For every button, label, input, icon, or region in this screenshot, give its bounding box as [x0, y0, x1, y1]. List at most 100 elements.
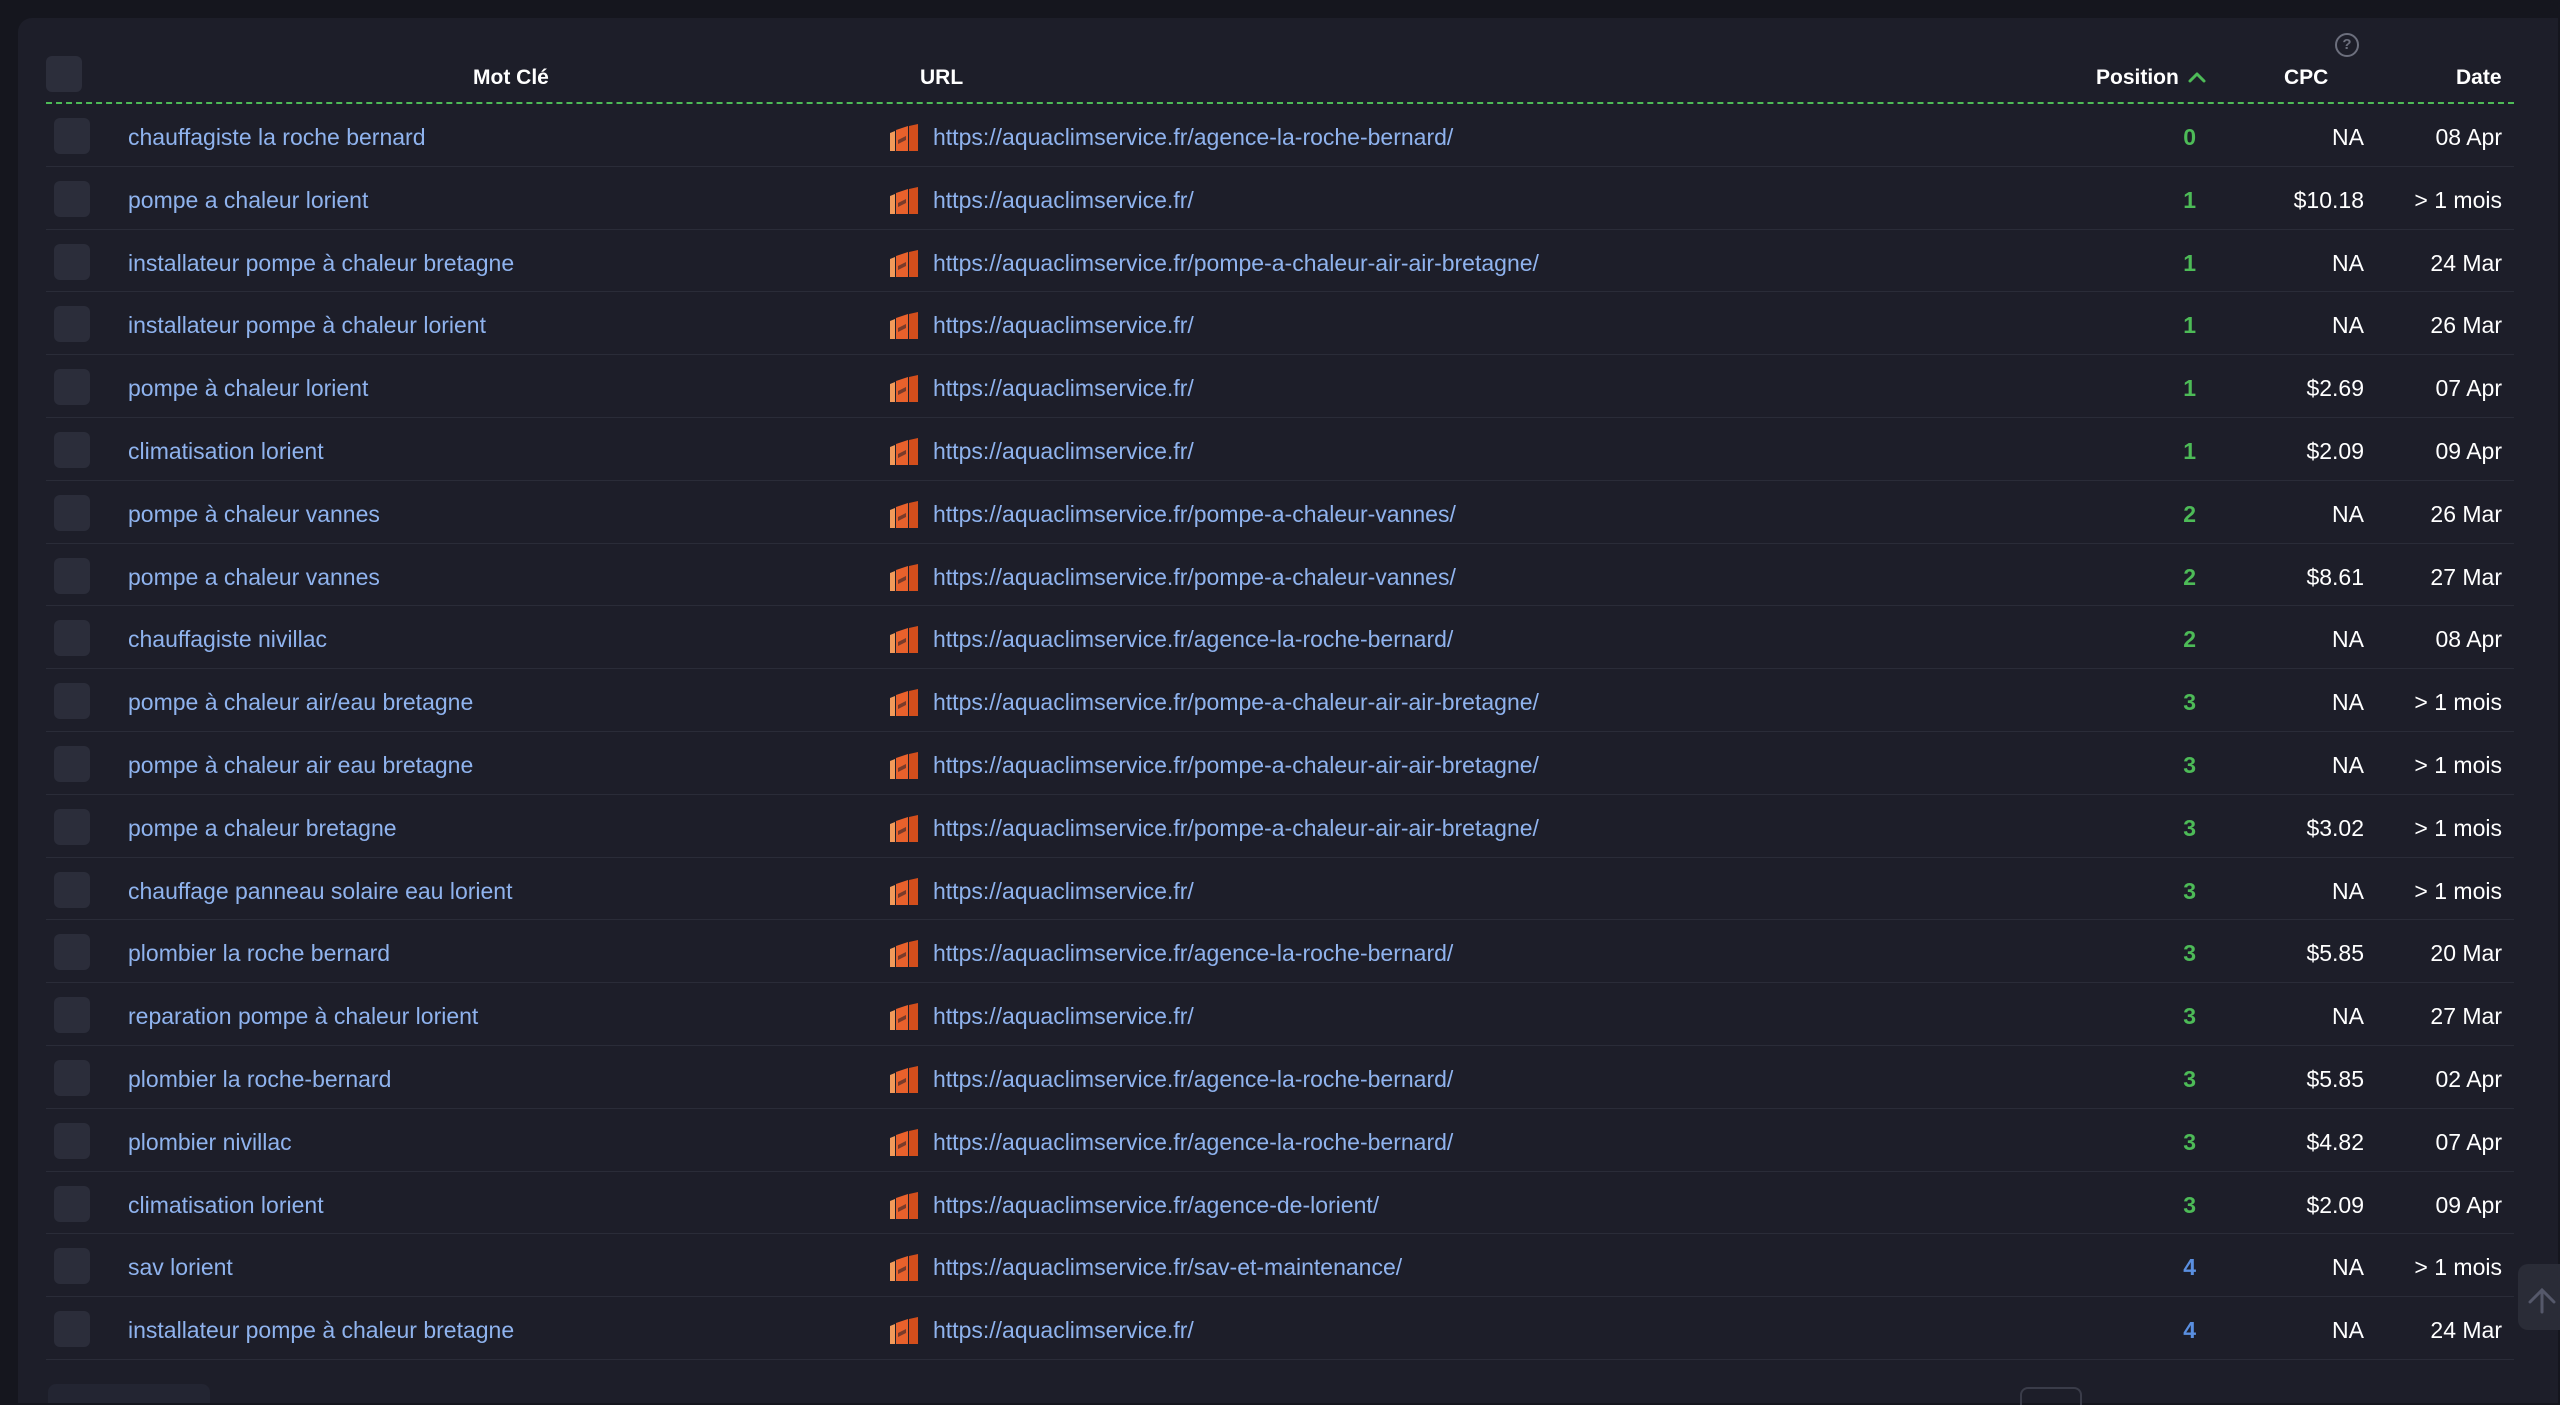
keyword-link[interactable]: pompe à chaleur air eau bretagne [128, 752, 473, 779]
row-checkbox[interactable] [54, 494, 90, 531]
date-value: 09 Apr [2435, 1191, 2503, 1218]
pagination-size-selector[interactable] [48, 1384, 210, 1403]
site-favicon-icon [888, 249, 920, 278]
keyword-link[interactable]: pompe à chaleur air/eau bretagne [128, 689, 473, 716]
keyword-link[interactable]: pompe à chaleur vannes [128, 501, 380, 528]
chevron-up-icon[interactable] [2187, 66, 2207, 90]
cpc-value: $4.82 [2306, 1128, 2364, 1155]
site-favicon-icon [888, 940, 920, 968]
row-checkbox[interactable] [54, 180, 90, 217]
table-body: chauffagiste la roche bernard https://aqu… [46, 104, 2514, 1360]
keyword-link[interactable]: sav lorient [128, 1254, 233, 1281]
url-link[interactable]: https://aquaclimservice.fr/ [933, 878, 1194, 905]
url-link[interactable]: https://aquaclimservice.fr/ [933, 375, 1194, 402]
column-header-keyword[interactable]: Mot Clé [473, 66, 549, 90]
date-value: 24 Mar [2430, 1317, 2502, 1344]
url-link[interactable]: https://aquaclimservice.fr/sav-et-mainte… [933, 1254, 1402, 1281]
keyword-link[interactable]: pompe a chaleur vannes [128, 564, 380, 591]
keyword-link[interactable]: installateur pompe à chaleur lorient [128, 312, 486, 339]
row-checkbox[interactable] [54, 1059, 90, 1096]
site-favicon-icon [888, 751, 920, 780]
keyword-link[interactable]: installateur pompe à chaleur bretagne [128, 1317, 514, 1344]
keyword-link[interactable]: plombier nivillac [128, 1129, 292, 1156]
url-link[interactable]: https://aquaclimservice.fr/pompe-a-chale… [933, 815, 1539, 842]
url-link[interactable]: https://aquaclimservice.fr/agence-la-roc… [933, 940, 1453, 967]
row-checkbox[interactable] [54, 118, 90, 154]
url-link[interactable]: https://aquaclimservice.fr/pompe-a-chale… [933, 752, 1539, 779]
keyword-link[interactable]: chauffagiste la roche bernard [128, 124, 426, 151]
keyword-link[interactable]: reparation pompe à chaleur lorient [128, 1003, 478, 1030]
row-checkbox[interactable] [54, 745, 90, 782]
url-link[interactable]: https://aquaclimservice.fr/ [933, 1317, 1194, 1344]
cpc-value: $8.61 [2306, 563, 2364, 590]
url-link[interactable]: https://aquaclimservice.fr/pompe-a-chale… [933, 250, 1539, 277]
keyword-link[interactable]: plombier la roche-bernard [128, 1066, 391, 1093]
position-value: 1 [2183, 312, 2196, 339]
url-link[interactable]: https://aquaclimservice.fr/pompe-a-chale… [933, 501, 1456, 528]
row-checkbox[interactable] [54, 1185, 90, 1222]
date-value: 20 Mar [2430, 940, 2502, 967]
row-checkbox[interactable] [54, 431, 90, 468]
cpc-value: NA [2332, 249, 2364, 276]
table-row: pompe à chaleur lorient https://aquaclims… [46, 355, 2514, 418]
keyword-link[interactable]: climatisation lorient [128, 438, 324, 465]
date-value: 07 Apr [2435, 1128, 2503, 1155]
column-header-date[interactable]: Date [2456, 66, 2502, 90]
table-row: climatisation lorient https://aquaclimser… [46, 1172, 2514, 1235]
site-favicon-icon [888, 1065, 920, 1094]
table-row: chauffage panneau solaire eau lorient htt… [46, 858, 2514, 921]
date-value: 08 Apr [2435, 124, 2503, 150]
row-checkbox[interactable] [54, 369, 90, 406]
scroll-to-top-button[interactable] [2518, 1264, 2560, 1330]
row-checkbox[interactable] [54, 1311, 90, 1348]
url-link[interactable]: https://aquaclimservice.fr/agence-la-roc… [933, 1129, 1453, 1156]
row-checkbox[interactable] [54, 557, 90, 594]
row-checkbox[interactable] [54, 871, 90, 908]
site-favicon-icon [888, 312, 920, 340]
url-link[interactable]: https://aquaclimservice.fr/agence-la-roc… [933, 1066, 1453, 1093]
url-link[interactable]: https://aquaclimservice.fr/ [933, 187, 1194, 214]
keyword-link[interactable]: installateur pompe à chaleur bretagne [128, 250, 514, 277]
keyword-link[interactable]: chauffagiste nivillac [128, 626, 327, 653]
pagination-button[interactable] [2020, 1387, 2082, 1405]
date-value: 24 Mar [2430, 249, 2502, 276]
row-checkbox[interactable] [54, 1248, 90, 1285]
url-link[interactable]: https://aquaclimservice.fr/pompe-a-chale… [933, 689, 1539, 716]
url-link[interactable]: https://aquaclimservice.fr/ [933, 438, 1194, 465]
keyword-link[interactable]: pompe a chaleur bretagne [128, 815, 397, 842]
table-row: pompe à chaleur air eau bretagne https://… [46, 732, 2514, 795]
select-all-checkbox[interactable] [46, 56, 82, 92]
column-header-cpc[interactable]: CPC [2284, 66, 2328, 90]
row-checkbox[interactable] [54, 808, 90, 845]
url-link[interactable]: https://aquaclimservice.fr/agence-de-lor… [933, 1192, 1379, 1219]
date-value: 26 Mar [2430, 312, 2502, 339]
column-header-url[interactable]: URL [920, 66, 963, 90]
cpc-value: $3.02 [2306, 814, 2364, 841]
site-favicon-icon [888, 877, 920, 906]
row-checkbox[interactable] [54, 934, 90, 971]
url-link[interactable]: https://aquaclimservice.fr/agence-la-roc… [933, 124, 1453, 151]
date-value: > 1 mois [2414, 1254, 2502, 1281]
url-link[interactable]: https://aquaclimservice.fr/pompe-a-chale… [933, 564, 1456, 591]
date-value: > 1 mois [2414, 877, 2502, 904]
row-checkbox[interactable] [54, 997, 90, 1034]
keyword-link[interactable]: chauffage panneau solaire eau lorient [128, 878, 513, 905]
question-circle-icon[interactable]: ? [2335, 33, 2359, 57]
keyword-link[interactable]: climatisation lorient [128, 1192, 324, 1219]
keyword-link[interactable]: pompe a chaleur lorient [128, 187, 368, 214]
url-link[interactable]: https://aquaclimservice.fr/ [933, 312, 1194, 339]
url-link[interactable]: https://aquaclimservice.fr/agence-la-roc… [933, 626, 1453, 653]
url-link[interactable]: https://aquaclimservice.fr/ [933, 1003, 1194, 1030]
date-value: > 1 mois [2414, 689, 2502, 716]
row-checkbox[interactable] [54, 683, 90, 720]
table-row: installateur pompe à chaleur bretagne htt… [46, 1297, 2514, 1360]
keyword-link[interactable]: plombier la roche bernard [128, 940, 390, 967]
table-row: plombier la roche-bernard https://aquacli… [46, 1046, 2514, 1109]
table-row: installateur pompe à chaleur bretagne htt… [46, 230, 2514, 293]
keyword-link[interactable]: pompe à chaleur lorient [128, 375, 368, 402]
column-header-position[interactable]: Position [2096, 66, 2207, 90]
row-checkbox[interactable] [54, 306, 90, 343]
row-checkbox[interactable] [54, 1122, 90, 1159]
row-checkbox[interactable] [54, 243, 90, 280]
row-checkbox[interactable] [54, 620, 90, 657]
